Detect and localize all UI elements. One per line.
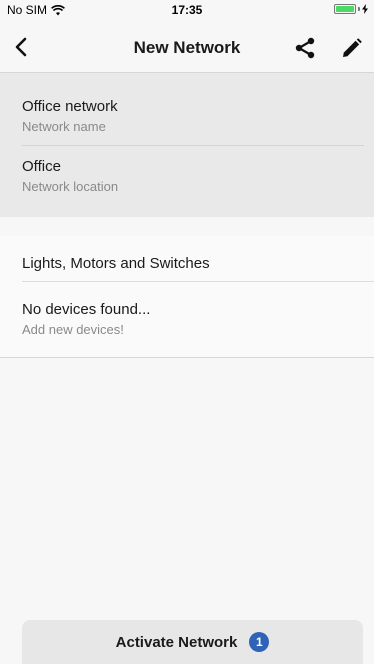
- divider: [22, 281, 374, 282]
- status-right: [334, 4, 368, 14]
- share-icon[interactable]: [294, 37, 316, 59]
- navigation-bar: New Network: [0, 22, 374, 73]
- divider: [22, 145, 364, 146]
- divider: [0, 357, 374, 358]
- pencil-icon[interactable]: [341, 38, 362, 59]
- no-devices-row[interactable]: No devices found... Add new devices!: [22, 301, 150, 338]
- devices-section-title: Lights, Motors and Switches: [22, 255, 210, 272]
- activate-network-button[interactable]: Activate Network 1: [22, 620, 363, 664]
- network-name-value: Office network: [22, 98, 118, 115]
- network-location-label: Network location: [22, 179, 119, 194]
- network-name-row[interactable]: Office network Network name: [22, 98, 364, 135]
- network-location-row[interactable]: Office Network location: [22, 158, 364, 195]
- status-time: 17:35: [171, 3, 203, 17]
- network-location-value: Office: [22, 158, 61, 175]
- page-title: New Network: [133, 38, 241, 57]
- no-devices-title: No devices found...: [22, 301, 151, 318]
- network-info-section: Office network Network name Office Netwo…: [0, 73, 374, 217]
- network-name-label: Network name: [22, 119, 106, 134]
- add-devices-hint: Add new devices!: [22, 322, 124, 337]
- battery-tip: [358, 7, 360, 11]
- battery-icon: [334, 4, 356, 14]
- devices-section: Lights, Motors and Switches No devices f…: [0, 236, 374, 358]
- count-badge: 1: [249, 632, 270, 652]
- battery-fill: [336, 6, 354, 12]
- activate-network-label: Activate Network: [115, 633, 238, 651]
- status-bar: No SIM 17:35: [0, 0, 374, 22]
- charging-icon: [362, 4, 368, 14]
